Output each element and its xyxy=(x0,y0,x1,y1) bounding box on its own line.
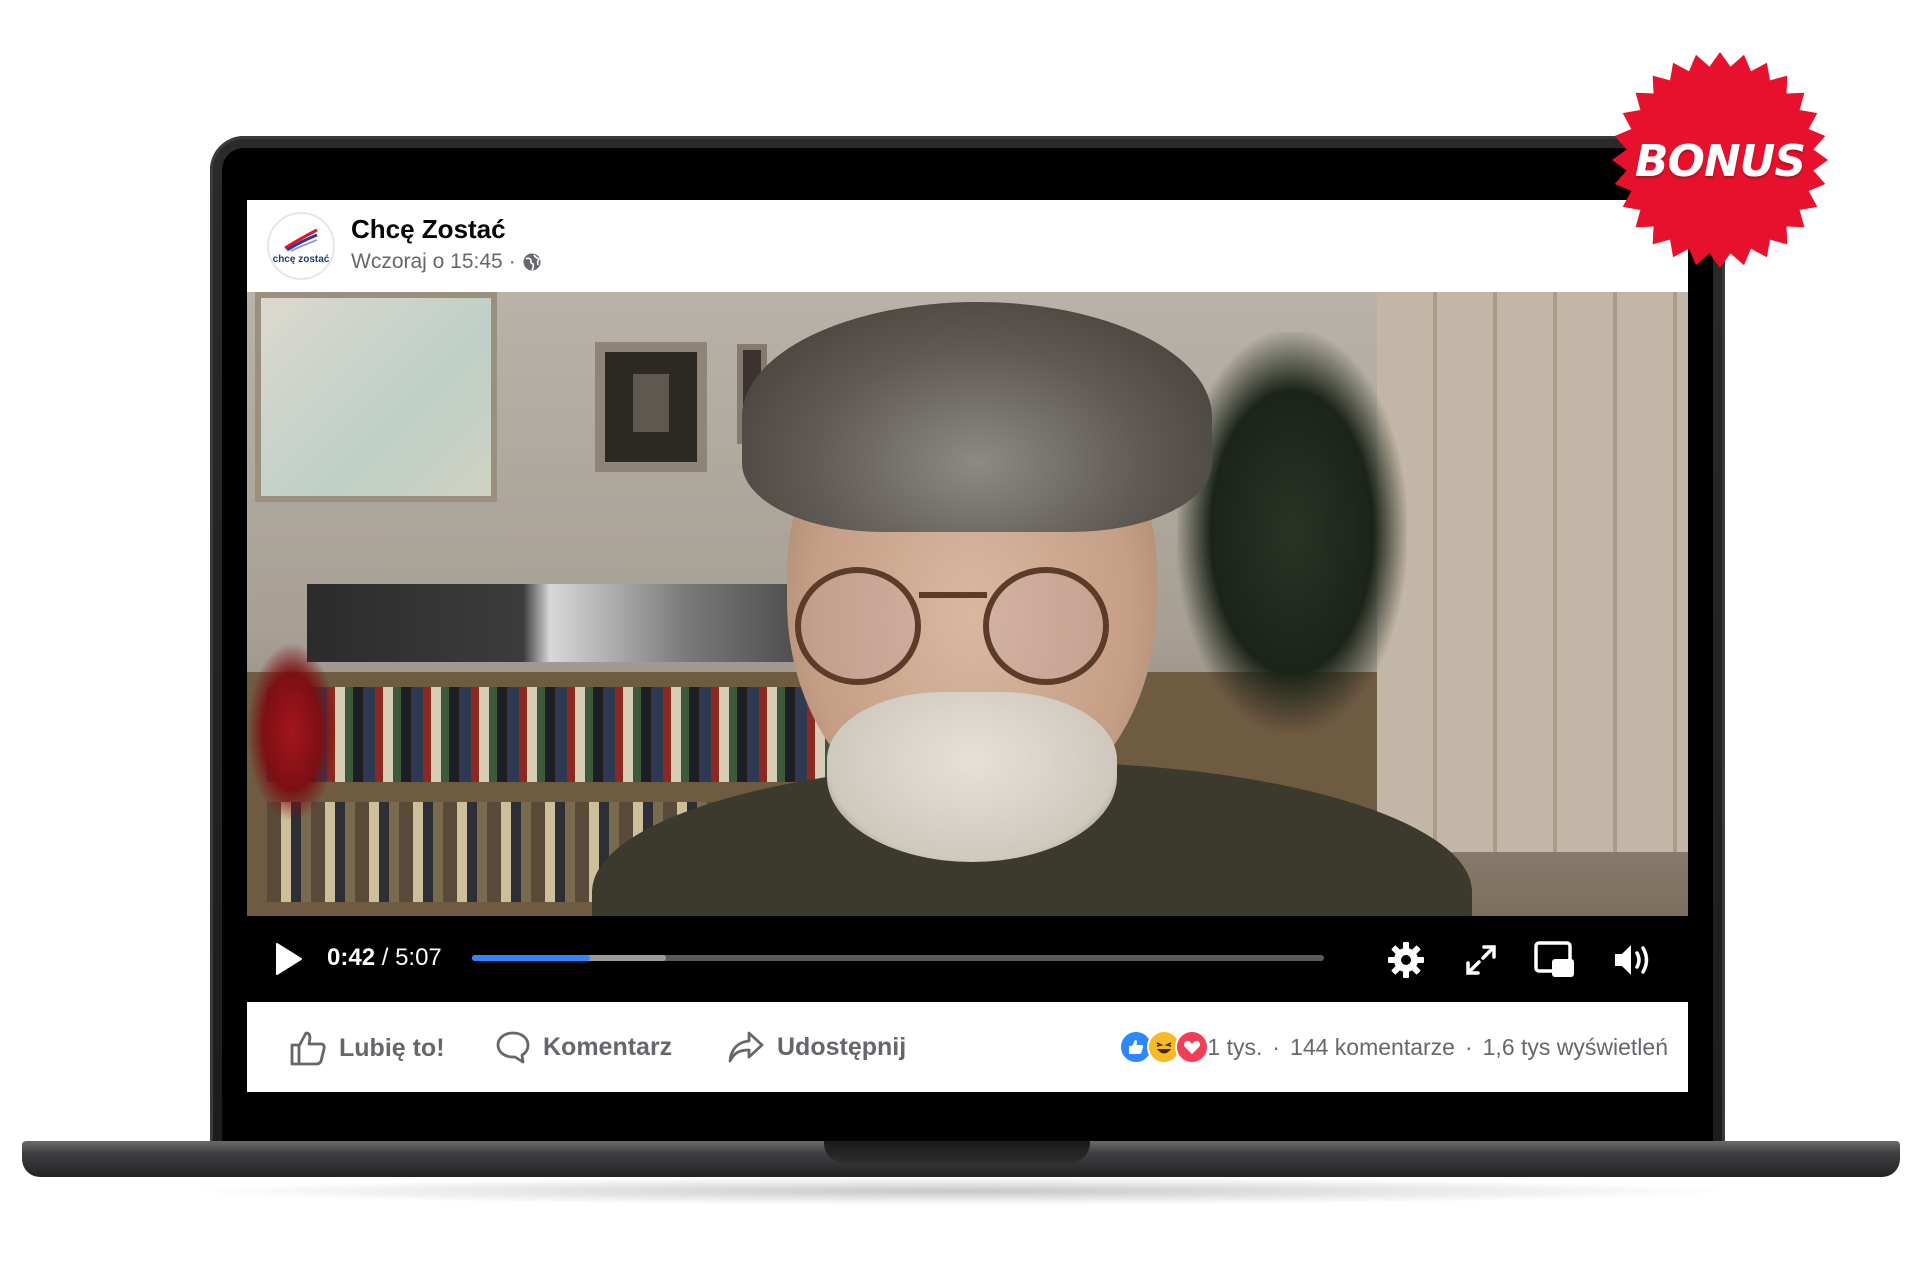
volume-icon[interactable] xyxy=(1611,938,1655,982)
globe-icon[interactable] xyxy=(522,252,542,272)
comment-button[interactable]: Komentarz xyxy=(495,1030,672,1064)
play-icon[interactable] xyxy=(275,942,303,976)
video-wall-map xyxy=(255,292,497,502)
avatar-label: chcę zostać xyxy=(272,253,330,265)
fullscreen-icon[interactable] xyxy=(1459,938,1503,982)
comment-bubble-icon xyxy=(496,1031,530,1064)
share-arrow-icon xyxy=(728,1031,764,1063)
post-stats: 1 tys. · 144 komentarze · 1,6 tys wyświe… xyxy=(1119,1030,1668,1064)
like-button[interactable]: Lubię to! xyxy=(289,1030,445,1066)
comments-count[interactable]: 144 komentarze xyxy=(1290,1034,1455,1061)
video-glasses-bridge xyxy=(919,592,987,598)
laptop-notch xyxy=(824,1141,1090,1163)
page-avatar[interactable]: chcę zostać xyxy=(267,212,335,280)
progress-played xyxy=(472,955,590,961)
video-green-plant xyxy=(1177,332,1407,732)
post-timestamp[interactable]: Wczoraj o 15:45 xyxy=(351,250,503,274)
post-header: chcę zostać Chcę Zostać Wczoraj o 15:45 … xyxy=(247,200,1688,292)
like-label: Lubię to! xyxy=(339,1033,445,1062)
stats-separator: · xyxy=(1272,1033,1281,1060)
video-red-plant xyxy=(247,642,337,822)
love-reaction-icon xyxy=(1175,1030,1210,1064)
post-action-bar: Lubię to! Komentarz Udostępnij 1 tys. · … xyxy=(247,1002,1688,1092)
laptop-shadow xyxy=(180,1177,1740,1205)
video-controls: 0:42 / 5:07 xyxy=(247,916,1688,1002)
video-shelf-pictures xyxy=(307,584,847,662)
video-person-hair xyxy=(742,302,1212,532)
comment-label: Komentarz xyxy=(543,1032,673,1061)
stats-separator-2: · xyxy=(1464,1033,1473,1060)
video-glasses-right-lens xyxy=(983,567,1109,685)
video-time: 0:42 / 5:07 xyxy=(327,944,442,972)
meta-separator: · xyxy=(508,250,516,273)
like-thumb-icon xyxy=(290,1031,326,1066)
current-time: 0:42 xyxy=(327,944,376,971)
video-glasses-left-lens xyxy=(795,567,921,685)
views-count: 1,6 tys wyświetleń xyxy=(1482,1033,1668,1060)
video-window-blinds xyxy=(1377,292,1688,852)
bonus-label: BONUS xyxy=(1634,136,1806,187)
reactions-count[interactable]: 1 tys. xyxy=(1207,1034,1262,1061)
share-label: Udostępnij xyxy=(777,1032,907,1061)
post-meta: Wczoraj o 15:45 · xyxy=(351,250,542,274)
video-frame[interactable] xyxy=(247,292,1688,916)
page-name-link[interactable]: Chcę Zostać xyxy=(351,214,506,245)
video-picture-frame xyxy=(595,342,707,472)
brand-logo-icon xyxy=(284,228,318,252)
time-separator: / xyxy=(375,944,396,971)
duration: 5:07 xyxy=(395,944,442,971)
picture-in-picture-icon[interactable] xyxy=(1533,938,1577,982)
share-button[interactable]: Udostępnij xyxy=(727,1030,906,1064)
settings-gear-icon[interactable] xyxy=(1384,938,1428,982)
video-person-beard xyxy=(827,692,1117,862)
reactions-summary[interactable] xyxy=(1119,1030,1210,1064)
progress-bar[interactable] xyxy=(472,955,1324,961)
